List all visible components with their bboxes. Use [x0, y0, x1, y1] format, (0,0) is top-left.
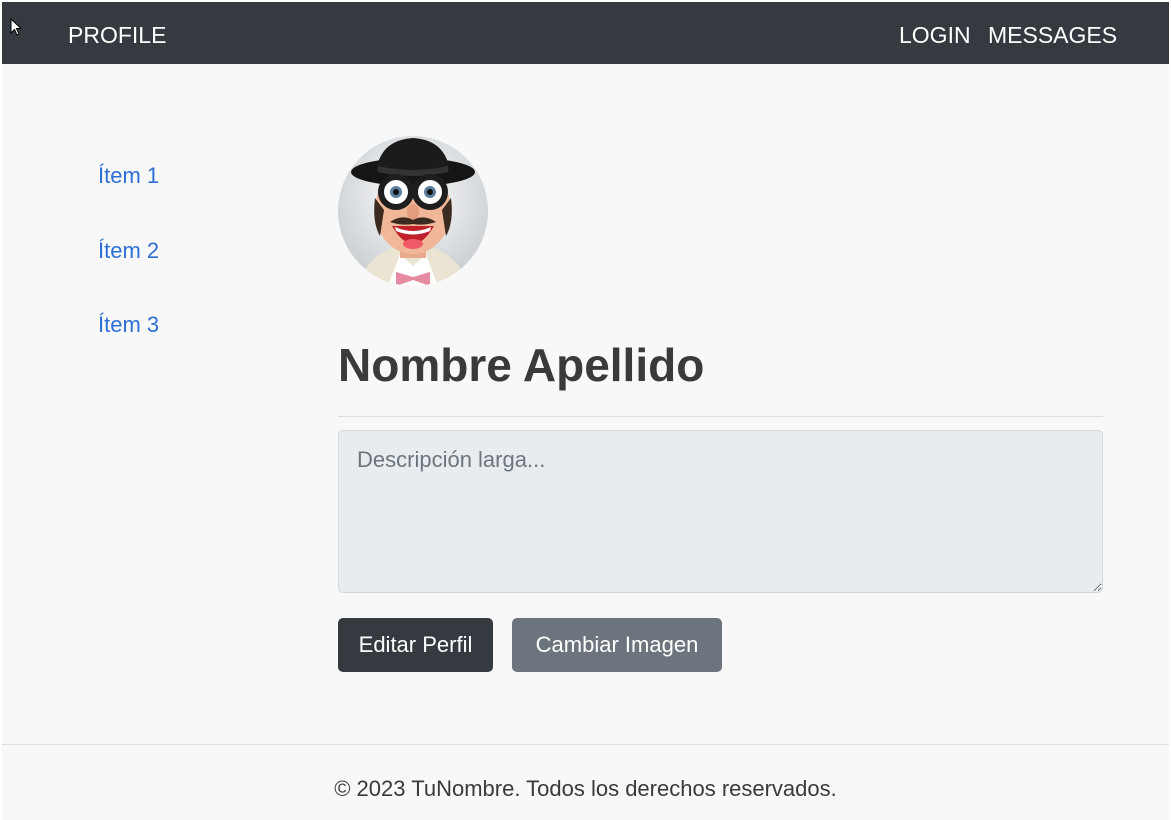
footer-divider — [2, 744, 1169, 745]
sidebar-item-1[interactable]: Ítem 1 — [98, 162, 159, 190]
profile-avatar — [338, 136, 488, 286]
divider — [338, 416, 1103, 417]
footer-copyright: © 2023 TuNombre. Todos los derechos rese… — [334, 776, 837, 801]
sidebar-item-2[interactable]: Ítem 2 — [98, 237, 159, 265]
change-image-button[interactable]: Cambiar Imagen — [512, 618, 722, 672]
profile-name-heading: Nombre Apellido — [338, 339, 705, 391]
mouse-cursor-icon — [10, 18, 23, 36]
nav-brand-profile[interactable]: PROFILE — [68, 21, 166, 49]
sidebar-item-3[interactable]: Ítem 3 — [98, 311, 159, 339]
description-textarea[interactable] — [338, 430, 1103, 593]
avatar-illustration-icon — [338, 136, 488, 286]
page-frame: PROFILE LOGIN MESSAGES Ítem 1 Ítem 2 Íte… — [2, 2, 1169, 820]
nav-link-login[interactable]: LOGIN — [899, 21, 971, 49]
edit-profile-button[interactable]: Editar Perfil — [338, 618, 493, 672]
nav-link-messages[interactable]: MESSAGES — [988, 21, 1117, 49]
top-navbar: PROFILE LOGIN MESSAGES — [2, 2, 1169, 64]
